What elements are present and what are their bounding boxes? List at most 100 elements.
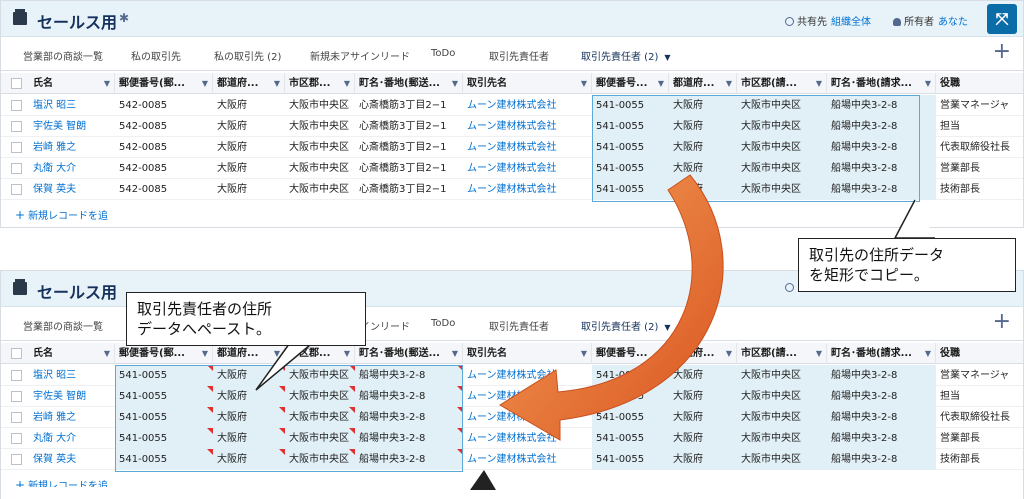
column-header-2[interactable]: 郵便番号(郵... ▼ <box>115 343 213 364</box>
table-cell[interactable]: 大阪市中央区 <box>737 386 827 407</box>
expand-icon[interactable]: ⤧ <box>987 4 1017 34</box>
table-cell[interactable]: 541-0055 <box>592 365 669 386</box>
table-cell[interactable]: 営業部長 <box>936 428 1023 449</box>
row-checkbox[interactable] <box>11 391 22 402</box>
new-record-link[interactable]: + 新規レコードを追 <box>15 207 108 222</box>
table-cell[interactable]: 船場中央3-2-8 <box>827 365 936 386</box>
table-cell[interactable]: 心斎橋筋3丁目2−1 <box>355 179 463 200</box>
table-cell[interactable]: 保賀 英夫 <box>29 179 115 200</box>
table-cell[interactable]: 541-0055 <box>592 386 669 407</box>
table-cell[interactable]: 542-0085 <box>115 95 213 116</box>
table-cell[interactable]: 大阪市中央区 <box>737 449 827 470</box>
table-cell[interactable]: ムーン建材株式会社 <box>463 158 592 179</box>
column-header-6[interactable]: 取引先名 ▼ <box>463 343 592 364</box>
chevron-down-icon[interactable]: ▼ <box>202 73 208 94</box>
row-checkbox[interactable] <box>11 412 22 423</box>
chevron-down-icon[interactable]: ▼ <box>104 343 110 364</box>
tab-6[interactable]: 取引先責任者 <box>489 318 549 333</box>
column-header-6[interactable]: 取引先名 ▼ <box>463 73 592 94</box>
column-header-2[interactable]: 郵便番号(郵... ▼ <box>115 73 213 94</box>
table-cell[interactable]: ムーン建材株式会社 <box>463 386 592 407</box>
table-cell[interactable]: ムーン建材株式会社 <box>463 428 592 449</box>
table-cell[interactable]: 大阪府 <box>669 386 737 407</box>
chevron-down-icon[interactable]: ▼ <box>104 73 110 94</box>
table-cell[interactable]: 岩崎 雅之 <box>29 407 115 428</box>
table-cell[interactable]: 代表取締役社長 <box>936 137 1023 158</box>
table-cell[interactable]: 542-0085 <box>115 179 213 200</box>
chevron-down-icon[interactable]: ▼ <box>202 343 208 364</box>
table-cell[interactable]: 塩沢 昭三 <box>29 365 115 386</box>
table-cell[interactable]: ムーン建材株式会社 <box>463 365 592 386</box>
table-cell[interactable]: 心斎橋筋3丁目2−1 <box>355 158 463 179</box>
table-cell[interactable]: 大阪府 <box>213 95 285 116</box>
table-cell[interactable]: 心斎橋筋3丁目2−1 <box>355 116 463 137</box>
row-checkbox[interactable] <box>11 142 22 153</box>
chevron-down-icon[interactable]: ▼ <box>664 53 670 62</box>
table-cell[interactable]: 丸衛 大介 <box>29 158 115 179</box>
table-cell[interactable]: 542-0085 <box>115 116 213 137</box>
column-header-7[interactable]: 郵便番号... ▼ <box>592 73 669 94</box>
chevron-down-icon[interactable]: ▼ <box>344 73 350 94</box>
owner-value-link[interactable]: あなた <box>938 17 968 28</box>
table-cell[interactable]: ムーン建材株式会社 <box>463 95 592 116</box>
table-cell[interactable]: 船場中央3-2-8 <box>827 428 936 449</box>
chevron-down-icon[interactable]: ▼ <box>274 73 280 94</box>
column-header-10[interactable]: 町名･番地(請求... ▼ <box>827 343 936 364</box>
column-header-11[interactable]: 役職 <box>936 343 1023 364</box>
row-checkbox[interactable] <box>11 433 22 444</box>
chevron-down-icon[interactable]: ▼ <box>816 343 822 364</box>
gear-icon[interactable]: ✱ <box>119 11 129 25</box>
table-cell[interactable]: 大阪府 <box>669 449 737 470</box>
column-header-9[interactable]: 市区郡(請... ▼ <box>737 343 827 364</box>
tab-5[interactable]: ToDo <box>431 48 455 59</box>
chevron-down-icon[interactable]: ▼ <box>581 343 587 364</box>
table-cell[interactable]: 担当 <box>936 386 1023 407</box>
chevron-down-icon[interactable]: ▼ <box>658 73 664 94</box>
row-checkbox[interactable] <box>11 100 22 111</box>
column-header-11[interactable]: 役職 <box>936 73 1023 94</box>
tab-7[interactable]: 取引先責任者 (2) ▼ <box>571 48 700 75</box>
column-header-5[interactable]: 町名･番地(郵送... ▼ <box>355 73 463 94</box>
table-cell[interactable]: 大阪市中央区 <box>737 407 827 428</box>
table-cell[interactable]: 担当 <box>936 116 1023 137</box>
chevron-down-icon[interactable]: ▼ <box>925 73 931 94</box>
table-cell[interactable]: 心斎橋筋3丁目2−1 <box>355 95 463 116</box>
table-cell[interactable]: 技術部長 <box>936 449 1023 470</box>
table-cell[interactable]: 大阪府 <box>669 428 737 449</box>
chevron-down-icon[interactable]: ▼ <box>452 73 458 94</box>
column-header-9[interactable]: 市区郡(請... ▼ <box>737 73 827 94</box>
table-cell[interactable]: 541-0055 <box>592 428 669 449</box>
table-cell[interactable]: 代表取締役社長 <box>936 407 1023 428</box>
column-header-3[interactable]: 都道府... ▼ <box>213 73 285 94</box>
chevron-down-icon[interactable]: ▼ <box>344 343 350 364</box>
table-cell[interactable]: 大阪市中央区 <box>285 95 355 116</box>
select-all-checkbox[interactable] <box>11 348 22 359</box>
table-cell[interactable]: 保賀 英夫 <box>29 449 115 470</box>
table-cell[interactable]: 大阪府 <box>213 158 285 179</box>
column-header-8[interactable]: 都道府... ▼ <box>669 73 737 94</box>
chevron-down-icon[interactable]: ▼ <box>452 343 458 364</box>
table-cell[interactable]: 大阪市中央区 <box>285 158 355 179</box>
table-cell[interactable]: 大阪市中央区 <box>285 137 355 158</box>
row-checkbox[interactable] <box>11 163 22 174</box>
column-header-8[interactable]: 都道府... ▼ <box>669 343 737 364</box>
table-cell[interactable]: 大阪市中央区 <box>737 428 827 449</box>
new-record-link[interactable]: + 新規レコードを追 <box>15 477 108 487</box>
tab-7[interactable]: 取引先責任者 (2) ▼ <box>571 318 700 345</box>
table-cell[interactable]: 営業マネージャ <box>936 95 1023 116</box>
chevron-down-icon[interactable]: ▼ <box>658 343 664 364</box>
table-cell[interactable]: 塩沢 昭三 <box>29 95 115 116</box>
table-cell[interactable]: 丸衛 大介 <box>29 428 115 449</box>
table-cell[interactable]: 大阪府 <box>213 179 285 200</box>
row-checkbox[interactable] <box>11 454 22 465</box>
row-checkbox[interactable] <box>11 184 22 195</box>
table-cell[interactable]: 大阪市中央区 <box>285 116 355 137</box>
table-cell[interactable]: ムーン建材株式会社 <box>463 116 592 137</box>
table-cell[interactable]: ムーン建材株式会社 <box>463 407 592 428</box>
table-cell[interactable]: 船場中央3-2-8 <box>827 407 936 428</box>
table-cell[interactable]: 大阪市中央区 <box>285 179 355 200</box>
column-header-5[interactable]: 町名･番地(郵送... ▼ <box>355 343 463 364</box>
column-header-1[interactable]: 氏名 ▼ <box>29 343 115 364</box>
table-cell[interactable]: 大阪府 <box>669 407 737 428</box>
table-cell[interactable]: ムーン建材株式会社 <box>463 137 592 158</box>
